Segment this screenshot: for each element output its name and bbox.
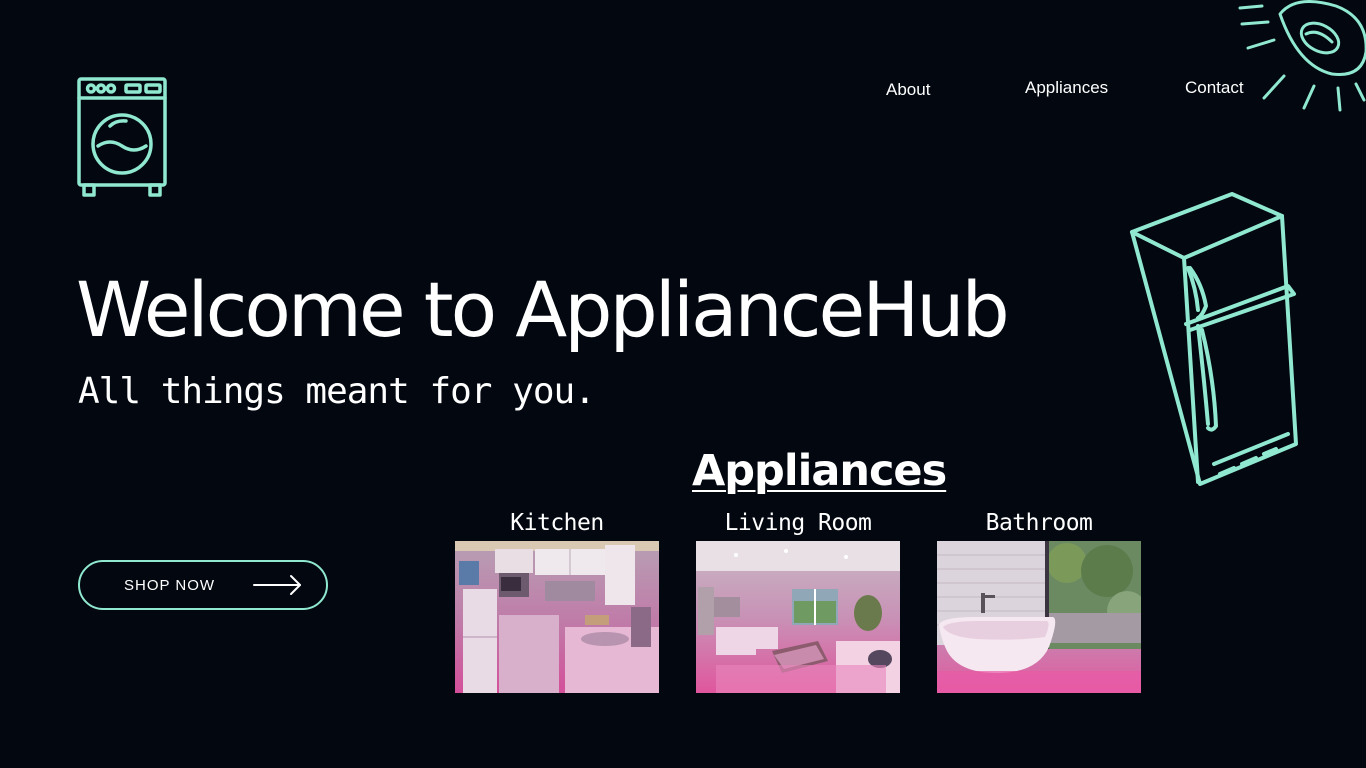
refrigerator-icon — [1130, 192, 1298, 486]
washing-machine-icon[interactable] — [76, 76, 168, 198]
hero-subtitle: All things meant for you. — [78, 371, 596, 412]
nav-contact[interactable]: Contact — [1185, 78, 1244, 98]
appliances-section-title[interactable]: Appliances — [692, 444, 947, 498]
bathroom-photo[interactable] — [937, 541, 1141, 693]
category-living-room[interactable]: Living Room — [696, 508, 900, 693]
lamp-icon — [1238, 0, 1366, 112]
category-bathroom[interactable]: Bathroom — [937, 508, 1141, 693]
living-room-photo[interactable] — [696, 541, 900, 693]
arrow-right-icon — [253, 575, 302, 595]
category-label: Bathroom — [985, 510, 1093, 536]
category-label: Living Room — [724, 510, 872, 536]
nav-about[interactable]: About — [886, 80, 930, 100]
category-label: Kitchen — [510, 510, 604, 536]
kitchen-photo[interactable] — [455, 541, 659, 693]
category-kitchen[interactable]: Kitchen — [455, 508, 659, 693]
shop-now-button[interactable]: SHOP NOW — [78, 560, 328, 610]
hero-title: Welcome to ApplianceHub — [76, 265, 1010, 354]
shop-now-label: SHOP NOW — [124, 576, 216, 594]
nav-appliances[interactable]: Appliances — [1025, 78, 1108, 98]
